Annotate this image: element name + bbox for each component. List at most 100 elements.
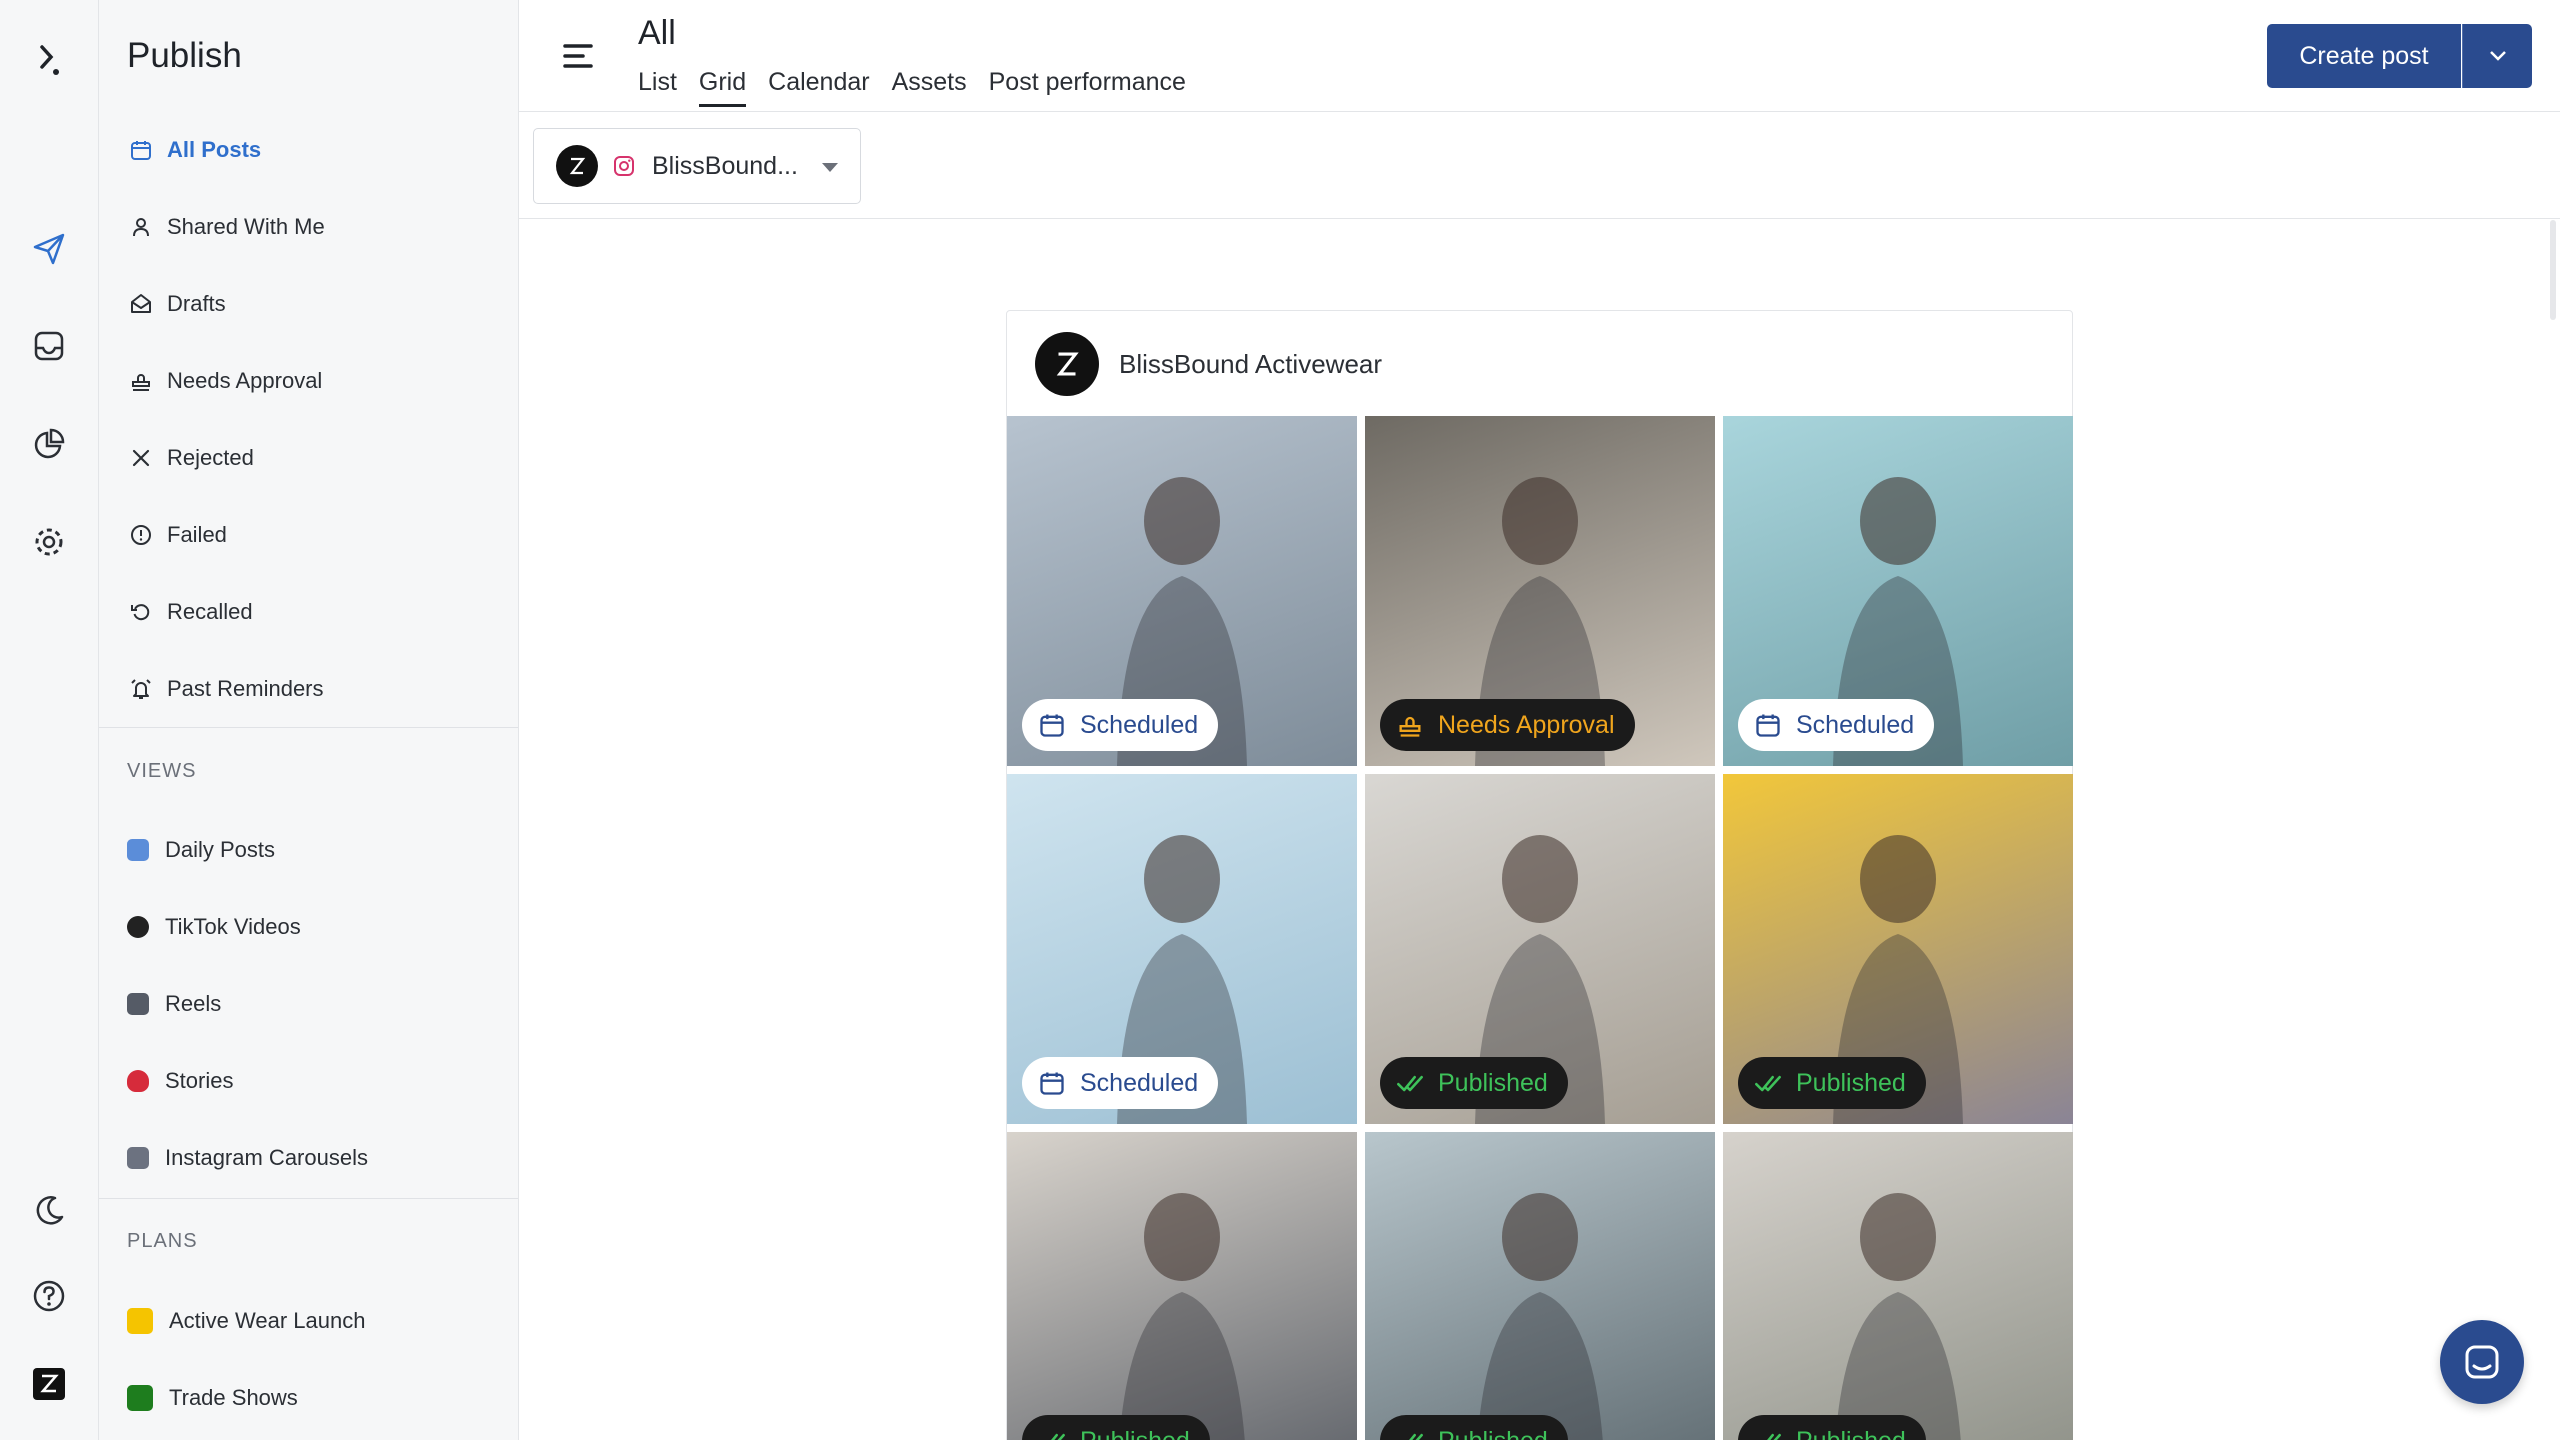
- view-reels[interactable]: Reels: [99, 974, 518, 1034]
- brand-logo-icon: [569, 157, 586, 175]
- post-tile[interactable]: Published: [1007, 1132, 1357, 1440]
- account-name: BlissBound...: [652, 151, 798, 180]
- post-tile[interactable]: Scheduled: [1007, 416, 1357, 766]
- inbox-icon[interactable]: [29, 326, 69, 366]
- plan-color-swatch: [127, 1385, 153, 1411]
- view-daily-posts[interactable]: Daily Posts: [99, 820, 518, 880]
- page-title: All: [638, 14, 676, 52]
- nav-drafts[interactable]: Drafts: [99, 274, 518, 334]
- plan-color-swatch: [127, 1308, 153, 1334]
- nav-past-reminders[interactable]: Past Reminders: [99, 659, 518, 719]
- filter-bar: BlissBound...: [519, 112, 2560, 219]
- stamp-icon: [1396, 711, 1438, 739]
- status-badge: Scheduled: [1738, 699, 1935, 751]
- double-check-icon: [1754, 1069, 1796, 1097]
- post-tile[interactable]: Published: [1365, 1132, 1715, 1440]
- black-circle-icon: [127, 916, 149, 938]
- nav-shared-with-me[interactable]: Shared With Me: [99, 197, 518, 257]
- create-options-button[interactable]: [2462, 24, 2532, 88]
- status-badge: Scheduled: [1022, 699, 1219, 751]
- help-icon[interactable]: [29, 1276, 69, 1316]
- alarm-icon: [127, 675, 155, 703]
- logo-icon[interactable]: [29, 40, 69, 80]
- views-label: VIEWS: [127, 760, 197, 782]
- drafts-icon: [127, 290, 155, 318]
- tab-calendar[interactable]: Calendar: [768, 68, 869, 105]
- undo-icon: [127, 598, 155, 626]
- caret-down-icon: [822, 163, 838, 172]
- double-check-icon: [1038, 1427, 1080, 1440]
- stamp-icon: [127, 367, 155, 395]
- scrollbar[interactable]: [2550, 220, 2556, 320]
- tab-post-performance[interactable]: Post performance: [989, 68, 1186, 105]
- divider: [99, 1198, 518, 1199]
- view-stories[interactable]: Stories: [99, 1051, 518, 1111]
- nav-failed[interactable]: Failed: [99, 505, 518, 565]
- double-check-icon: [1396, 1069, 1438, 1097]
- status-label: Scheduled: [1080, 710, 1199, 739]
- plan-trade-shows[interactable]: Trade Shows: [99, 1368, 518, 1428]
- tab-list[interactable]: List: [638, 68, 677, 105]
- post-image: [1007, 1132, 1357, 1440]
- view-tiktok-videos[interactable]: TikTok Videos: [99, 897, 518, 957]
- person-icon: [127, 213, 155, 241]
- tab-grid[interactable]: Grid: [698, 68, 747, 107]
- post-tile[interactable]: Scheduled: [1723, 416, 2073, 766]
- status-badge: Published: [1022, 1415, 1210, 1440]
- chat-icon: [2465, 1345, 2499, 1379]
- view-instagram-carousels[interactable]: Instagram Carousels: [99, 1128, 518, 1188]
- section-title: Publish: [127, 36, 242, 75]
- workspace-icon[interactable]: [29, 1364, 69, 1404]
- status-label: Needs Approval: [1438, 710, 1615, 739]
- calendar-emoji-icon: [127, 839, 149, 861]
- chat-launcher-button[interactable]: [2440, 1320, 2524, 1404]
- grid-preview-card: BlissBound Activewear Scheduled Needs App…: [1006, 310, 2073, 1440]
- create-post-button[interactable]: Create post: [2267, 24, 2461, 88]
- nav-rejected[interactable]: Rejected: [99, 428, 518, 488]
- status-badge: Published: [1738, 1415, 1926, 1440]
- status-label: Published: [1438, 1068, 1548, 1097]
- card-header: BlissBound Activewear: [1035, 332, 1383, 396]
- icon-rail: [0, 0, 99, 1440]
- status-label: Scheduled: [1080, 1068, 1199, 1097]
- post-tile[interactable]: Needs Approval: [1365, 416, 1715, 766]
- chevron-down-icon: [2489, 51, 2506, 61]
- nav-recalled[interactable]: Recalled: [99, 582, 518, 642]
- status-badge: Needs Approval: [1380, 699, 1635, 751]
- post-tile[interactable]: Scheduled: [1007, 774, 1357, 1124]
- post-tile[interactable]: Published: [1723, 774, 2073, 1124]
- account-avatar: [1035, 332, 1099, 396]
- status-badge: Published: [1380, 1057, 1568, 1109]
- menu-icon[interactable]: [563, 42, 593, 70]
- moon-icon[interactable]: [29, 1191, 69, 1231]
- brand-logo-icon: [1056, 352, 1079, 376]
- view-tabs: List Grid Calendar Assets Post performan…: [638, 68, 1186, 107]
- status-badge: Scheduled: [1022, 1057, 1219, 1109]
- status-badge: Published: [1738, 1057, 1926, 1109]
- instagram-icon: [614, 156, 634, 176]
- post-tile[interactable]: Published: [1365, 774, 1715, 1124]
- analytics-icon[interactable]: [29, 424, 69, 464]
- tab-assets[interactable]: Assets: [892, 68, 967, 105]
- status-label: Published: [1080, 1427, 1190, 1440]
- calendar-icon: [1038, 1069, 1080, 1097]
- post-image: [1365, 1132, 1715, 1440]
- nav-all-posts[interactable]: All Posts: [99, 120, 518, 180]
- calendar-icon: [1754, 711, 1796, 739]
- calendar-icon: [127, 136, 155, 164]
- plan-active-wear-launch[interactable]: Active Wear Launch: [99, 1291, 518, 1351]
- settings-icon[interactable]: [29, 522, 69, 562]
- status-label: Published: [1438, 1427, 1548, 1440]
- account-avatar: [556, 145, 598, 187]
- account-selector[interactable]: BlissBound...: [533, 128, 861, 204]
- send-icon[interactable]: [29, 229, 69, 269]
- heart-icon: [127, 1070, 149, 1092]
- post-tile[interactable]: Published: [1723, 1132, 2073, 1440]
- double-check-icon: [1396, 1427, 1438, 1440]
- post-image: [1723, 1132, 2073, 1440]
- nav-needs-approval[interactable]: Needs Approval: [99, 351, 518, 411]
- account-name: BlissBound Activewear: [1119, 348, 1383, 379]
- double-check-icon: [1754, 1427, 1796, 1440]
- top-header: All List Grid Calendar Assets Post perfo…: [519, 0, 2560, 112]
- alert-icon: [127, 521, 155, 549]
